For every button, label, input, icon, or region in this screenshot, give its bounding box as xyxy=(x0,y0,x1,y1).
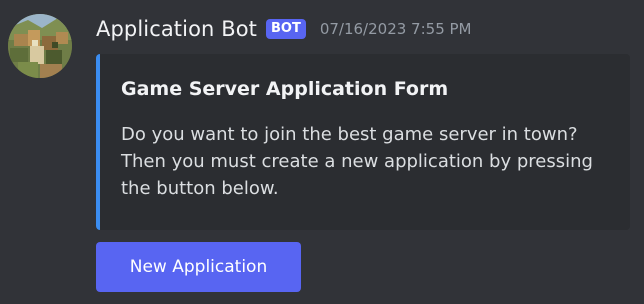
embed-title: Game Server Application Form xyxy=(121,78,449,100)
embed-description-line: Then you must create a new application b… xyxy=(121,151,593,172)
message-header: Application Bot BOT 07/16/2023 7:55 PM xyxy=(96,13,472,45)
embed-description-line: Do you want to join the best game server… xyxy=(121,124,578,145)
new-application-button[interactable]: New Application xyxy=(96,242,301,292)
username[interactable]: Application Bot xyxy=(96,17,257,41)
embed-description-line: the button below. xyxy=(121,178,279,199)
message-timestamp: 07/16/2023 7:55 PM xyxy=(319,20,472,38)
embed-accent-bar xyxy=(96,54,100,230)
bot-badge: BOT xyxy=(266,19,306,39)
bot-avatar[interactable] xyxy=(8,14,72,78)
embed-card: Game Server Application Form Do you want… xyxy=(96,54,630,230)
blocky-landscape-icon xyxy=(8,14,72,78)
embed-description: Do you want to join the best game server… xyxy=(121,121,616,202)
chat-message: Application Bot BOT 07/16/2023 7:55 PM G… xyxy=(0,0,644,304)
